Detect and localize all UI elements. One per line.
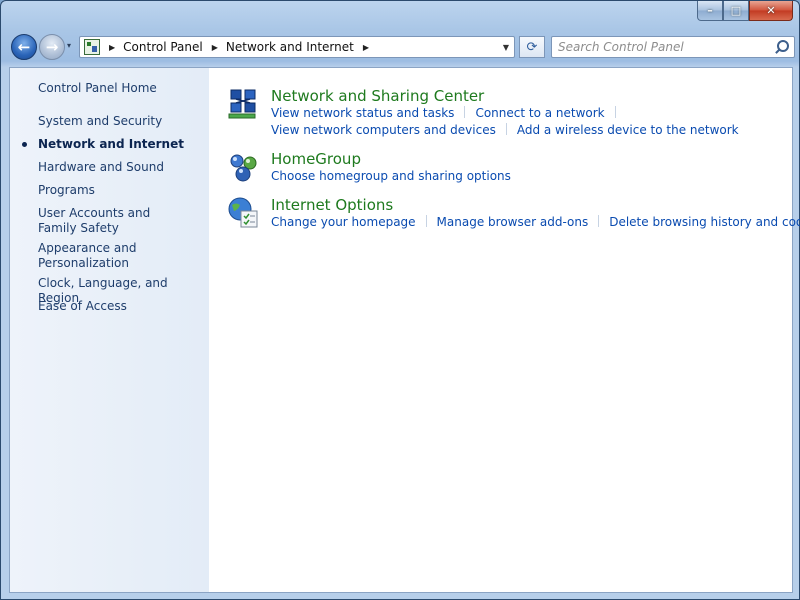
back-button[interactable]: ← bbox=[11, 34, 37, 60]
caption-buttons: – □ ✕ bbox=[697, 1, 793, 21]
breadcrumb-network-and-internet[interactable]: Network and Internet bbox=[226, 40, 354, 54]
link-change-homepage[interactable]: Change your homepage bbox=[271, 215, 416, 229]
minimize-button[interactable]: – bbox=[697, 1, 723, 21]
homegroup-icon[interactable] bbox=[226, 150, 260, 184]
breadcrumb-control-panel[interactable]: Control Panel bbox=[123, 40, 203, 54]
breadcrumb-arrow-icon[interactable]: ▶ bbox=[363, 43, 369, 52]
address-dropdown-icon[interactable]: ▼ bbox=[498, 37, 514, 57]
link-separator bbox=[505, 123, 507, 135]
control-panel-window: – □ ✕ ← → ▾ ▶ Control Panel ▶ Network an… bbox=[0, 0, 800, 600]
navigation-bar: ← → ▾ ▶ Control Panel ▶ Network and Inte… bbox=[9, 33, 795, 61]
link-separator bbox=[464, 106, 466, 118]
main-panel: Network and Sharing Center View network … bbox=[209, 68, 800, 592]
category-title[interactable]: Internet Options bbox=[271, 196, 393, 214]
link-view-network-status[interactable]: View network status and tasks bbox=[271, 106, 454, 120]
chevron-down-icon: ▾ bbox=[67, 41, 72, 50]
network-sharing-icon[interactable] bbox=[226, 87, 260, 121]
category-links-row: Change your homepage Manage browser add-o… bbox=[271, 214, 800, 231]
link-choose-homegroup-options[interactable]: Choose homegroup and sharing options bbox=[271, 169, 511, 183]
category-title[interactable]: HomeGroup bbox=[271, 150, 361, 168]
link-delete-browsing-history[interactable]: Delete browsing history and cookies bbox=[609, 215, 800, 229]
sidebar-item-control-panel-home[interactable]: Control Panel Home bbox=[38, 81, 203, 96]
maximize-button[interactable]: □ bbox=[723, 1, 749, 21]
refresh-button[interactable]: ⟳ bbox=[519, 36, 545, 58]
link-connect-to-network[interactable]: Connect to a network bbox=[475, 106, 604, 120]
forward-arrow-icon: → bbox=[45, 38, 59, 56]
sidebar-item-programs[interactable]: Programs bbox=[38, 183, 203, 198]
back-arrow-icon: ← bbox=[17, 38, 31, 56]
sidebar-item-appearance[interactable]: Appearance and Personalization bbox=[38, 241, 138, 271]
category-title[interactable]: Network and Sharing Center bbox=[271, 87, 484, 105]
category-links-row: View network status and tasks Connect to … bbox=[271, 105, 626, 122]
sidebar-item-user-accounts[interactable]: User Accounts and Family Safety bbox=[38, 206, 188, 236]
search-input[interactable] bbox=[552, 40, 772, 54]
close-button[interactable]: ✕ bbox=[749, 1, 793, 21]
search-icon[interactable] bbox=[772, 38, 790, 56]
link-manage-browser-addons[interactable]: Manage browser add-ons bbox=[437, 215, 589, 229]
selected-bullet-icon bbox=[22, 142, 27, 147]
link-view-network-computers[interactable]: View network computers and devices bbox=[271, 123, 496, 137]
recent-pages-button[interactable]: ▾ bbox=[67, 41, 77, 53]
internet-options-icon[interactable] bbox=[226, 196, 260, 230]
sidebar-item-system-and-security[interactable]: System and Security bbox=[38, 114, 203, 129]
sidebar: Control Panel Home System and Security N… bbox=[10, 68, 209, 592]
forward-button[interactable]: → bbox=[39, 34, 65, 60]
category-links-row: View network computers and devices Add a … bbox=[271, 122, 739, 139]
category-links-row: Choose homegroup and sharing options bbox=[271, 168, 511, 185]
breadcrumb-arrow-icon[interactable]: ▶ bbox=[212, 43, 218, 52]
link-add-wireless-device[interactable]: Add a wireless device to the network bbox=[517, 123, 739, 137]
content-area: Control Panel Home System and Security N… bbox=[9, 67, 800, 593]
search-box bbox=[551, 36, 795, 58]
sidebar-item-network-and-internet[interactable]: Network and Internet bbox=[38, 137, 203, 152]
address-bar[interactable]: ▶ Control Panel ▶ Network and Internet ▶… bbox=[79, 36, 515, 58]
sidebar-item-ease-of-access[interactable]: Ease of Access bbox=[38, 299, 203, 314]
control-panel-icon bbox=[84, 39, 100, 55]
refresh-icon: ⟳ bbox=[526, 39, 538, 55]
sidebar-item-hardware-and-sound[interactable]: Hardware and Sound bbox=[38, 160, 203, 175]
link-separator bbox=[425, 215, 427, 227]
link-separator bbox=[598, 215, 600, 227]
breadcrumb-arrow-icon[interactable]: ▶ bbox=[109, 43, 115, 52]
link-separator bbox=[614, 106, 616, 118]
